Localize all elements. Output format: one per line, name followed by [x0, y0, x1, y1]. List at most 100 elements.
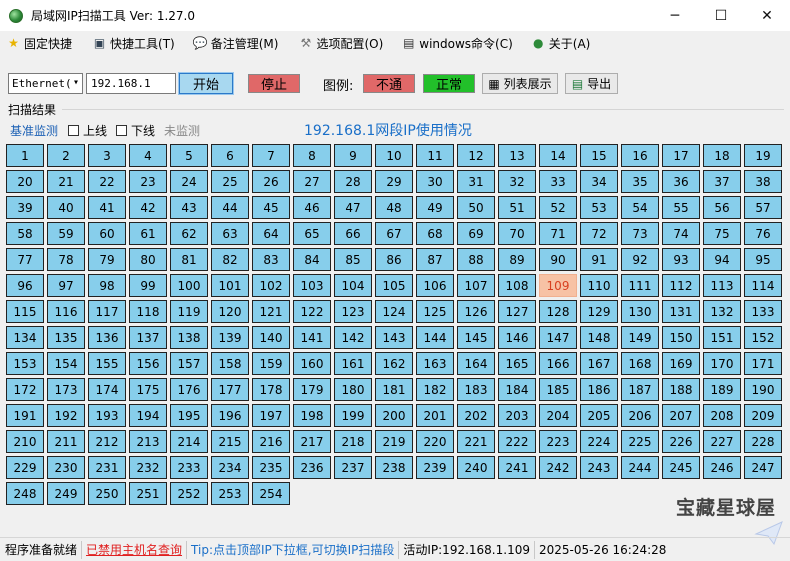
ip-cell-159[interactable]: 159	[252, 352, 290, 375]
ip-cell-236[interactable]: 236	[293, 456, 331, 479]
ip-cell-160[interactable]: 160	[293, 352, 331, 375]
ip-cell-152[interactable]: 152	[744, 326, 782, 349]
ip-cell-80[interactable]: 80	[129, 248, 167, 271]
ip-cell-101[interactable]: 101	[211, 274, 249, 297]
close-button[interactable]: ✕	[744, 0, 790, 31]
ip-cell-200[interactable]: 200	[375, 404, 413, 427]
ip-cell-215[interactable]: 215	[211, 430, 249, 453]
ip-cell-252[interactable]: 252	[170, 482, 208, 505]
ip-cell-53[interactable]: 53	[580, 196, 618, 219]
ip-cell-181[interactable]: 181	[375, 378, 413, 401]
ip-cell-235[interactable]: 235	[252, 456, 290, 479]
ip-cell-144[interactable]: 144	[416, 326, 454, 349]
ip-cell-203[interactable]: 203	[498, 404, 536, 427]
menu-item-4[interactable]: ▤ windows命令(C)	[397, 32, 517, 54]
ip-cell-121[interactable]: 121	[252, 300, 290, 323]
ip-cell-153[interactable]: 153	[6, 352, 44, 375]
ip-cell-174[interactable]: 174	[88, 378, 126, 401]
ip-cell-87[interactable]: 87	[416, 248, 454, 271]
ip-cell-145[interactable]: 145	[457, 326, 495, 349]
ip-cell-243[interactable]: 243	[580, 456, 618, 479]
ip-cell-179[interactable]: 179	[293, 378, 331, 401]
ip-cell-65[interactable]: 65	[293, 222, 331, 245]
menu-item-3[interactable]: ⚒ 选项配置(O)	[294, 32, 387, 54]
ip-cell-232[interactable]: 232	[129, 456, 167, 479]
ip-cell-1[interactable]: 1	[6, 144, 44, 167]
ip-cell-16[interactable]: 16	[621, 144, 659, 167]
ip-cell-77[interactable]: 77	[6, 248, 44, 271]
minimize-button[interactable]: ─	[652, 0, 698, 31]
ip-cell-171[interactable]: 171	[744, 352, 782, 375]
ip-cell-228[interactable]: 228	[744, 430, 782, 453]
ip-cell-44[interactable]: 44	[211, 196, 249, 219]
ip-cell-75[interactable]: 75	[703, 222, 741, 245]
ip-cell-24[interactable]: 24	[170, 170, 208, 193]
ip-cell-92[interactable]: 92	[621, 248, 659, 271]
ip-cell-233[interactable]: 233	[170, 456, 208, 479]
ip-cell-124[interactable]: 124	[375, 300, 413, 323]
ip-cell-55[interactable]: 55	[662, 196, 700, 219]
ip-cell-253[interactable]: 253	[211, 482, 249, 505]
ip-cell-214[interactable]: 214	[170, 430, 208, 453]
ip-cell-249[interactable]: 249	[47, 482, 85, 505]
ip-cell-227[interactable]: 227	[703, 430, 741, 453]
ip-cell-167[interactable]: 167	[580, 352, 618, 375]
ip-cell-95[interactable]: 95	[744, 248, 782, 271]
ip-cell-158[interactable]: 158	[211, 352, 249, 375]
ip-cell-250[interactable]: 250	[88, 482, 126, 505]
ip-cell-51[interactable]: 51	[498, 196, 536, 219]
ip-cell-40[interactable]: 40	[47, 196, 85, 219]
ip-cell-213[interactable]: 213	[129, 430, 167, 453]
ip-cell-196[interactable]: 196	[211, 404, 249, 427]
ip-cell-150[interactable]: 150	[662, 326, 700, 349]
ip-cell-105[interactable]: 105	[375, 274, 413, 297]
ip-cell-238[interactable]: 238	[375, 456, 413, 479]
ip-cell-73[interactable]: 73	[621, 222, 659, 245]
ip-cell-141[interactable]: 141	[293, 326, 331, 349]
menu-item-5[interactable]: ● 关于(A)	[527, 32, 595, 54]
ip-cell-83[interactable]: 83	[252, 248, 290, 271]
ip-cell-21[interactable]: 21	[47, 170, 85, 193]
ip-cell-59[interactable]: 59	[47, 222, 85, 245]
ip-cell-93[interactable]: 93	[662, 248, 700, 271]
ip-cell-175[interactable]: 175	[129, 378, 167, 401]
ip-cell-137[interactable]: 137	[129, 326, 167, 349]
ip-cell-128[interactable]: 128	[539, 300, 577, 323]
list-view-button[interactable]: ▦ 列表展示	[482, 73, 558, 94]
ip-cell-172[interactable]: 172	[6, 378, 44, 401]
ip-cell-61[interactable]: 61	[129, 222, 167, 245]
ip-cell-231[interactable]: 231	[88, 456, 126, 479]
menu-item-0[interactable]: ★ 固定快捷	[2, 32, 76, 54]
ip-cell-27[interactable]: 27	[293, 170, 331, 193]
ip-cell-166[interactable]: 166	[539, 352, 577, 375]
ip-cell-189[interactable]: 189	[703, 378, 741, 401]
ip-cell-97[interactable]: 97	[47, 274, 85, 297]
ip-cell-49[interactable]: 49	[416, 196, 454, 219]
ip-cell-186[interactable]: 186	[580, 378, 618, 401]
ip-cell-157[interactable]: 157	[170, 352, 208, 375]
offline-checkbox[interactable]: 下线	[116, 122, 155, 139]
ip-cell-151[interactable]: 151	[703, 326, 741, 349]
ip-cell-46[interactable]: 46	[293, 196, 331, 219]
ip-cell-70[interactable]: 70	[498, 222, 536, 245]
ip-cell-246[interactable]: 246	[703, 456, 741, 479]
ip-cell-58[interactable]: 58	[6, 222, 44, 245]
ip-cell-138[interactable]: 138	[170, 326, 208, 349]
ip-cell-239[interactable]: 239	[416, 456, 454, 479]
ip-cell-180[interactable]: 180	[334, 378, 372, 401]
ip-cell-217[interactable]: 217	[293, 430, 331, 453]
ip-cell-5[interactable]: 5	[170, 144, 208, 167]
ip-cell-163[interactable]: 163	[416, 352, 454, 375]
ip-cell-114[interactable]: 114	[744, 274, 782, 297]
ip-cell-25[interactable]: 25	[211, 170, 249, 193]
ip-cell-112[interactable]: 112	[662, 274, 700, 297]
ip-cell-139[interactable]: 139	[211, 326, 249, 349]
ip-cell-102[interactable]: 102	[252, 274, 290, 297]
maximize-button[interactable]: ☐	[698, 0, 744, 31]
ip-cell-240[interactable]: 240	[457, 456, 495, 479]
ip-cell-7[interactable]: 7	[252, 144, 290, 167]
ip-cell-50[interactable]: 50	[457, 196, 495, 219]
ip-cell-248[interactable]: 248	[6, 482, 44, 505]
ip-cell-184[interactable]: 184	[498, 378, 536, 401]
ip-cell-56[interactable]: 56	[703, 196, 741, 219]
